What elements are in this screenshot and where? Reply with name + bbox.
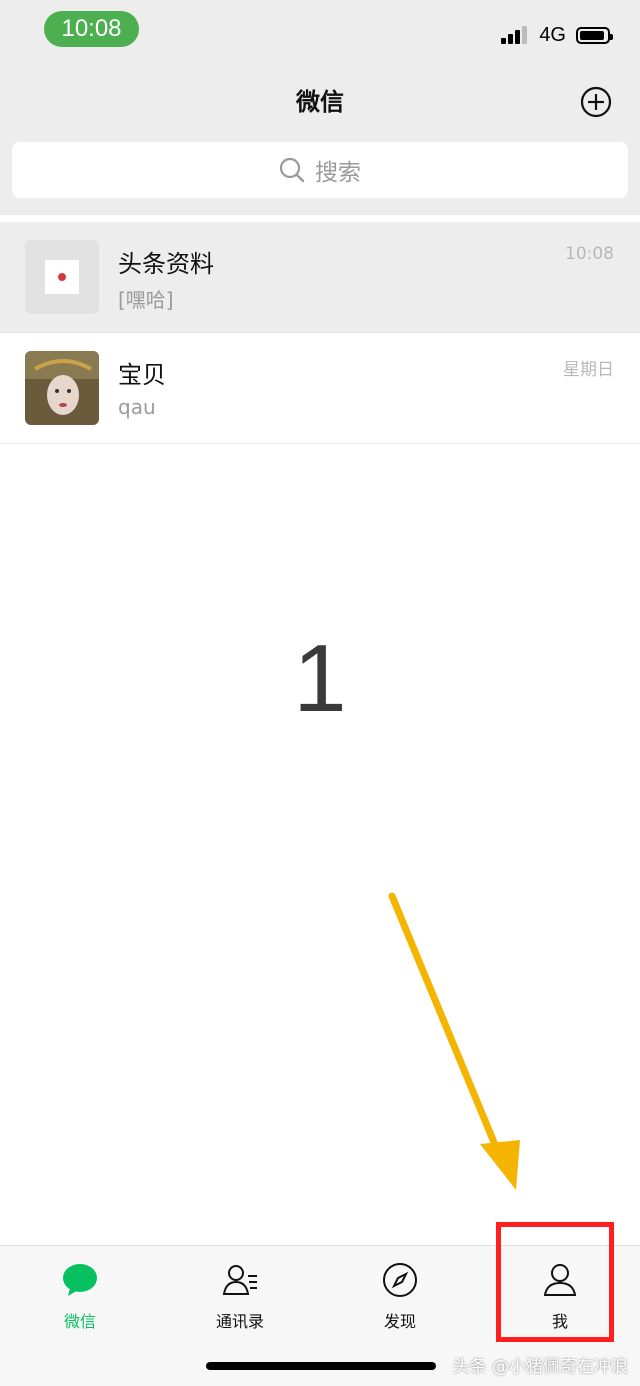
arrow-annotation-icon <box>388 892 520 1190</box>
home-indicator <box>206 1362 436 1370</box>
tab-contacts[interactable]: 通讯录 <box>160 1246 320 1346</box>
contacts-icon <box>222 1265 257 1295</box>
page-title: 微信 <box>296 88 344 116</box>
chat-preview: qau <box>118 395 156 419</box>
chat-row[interactable]: 头条资料 [嘿哈] 10:08 <box>0 222 640 333</box>
chat-time: 星期日 <box>563 360 614 380</box>
chat-row[interactable]: 宝贝 qau 星期日 <box>0 333 640 444</box>
network-label: 4G <box>539 23 566 46</box>
chat-preview: [嘿哈] <box>118 288 174 312</box>
search-icon <box>279 157 305 183</box>
status-indicators: 4G <box>501 20 613 50</box>
chat-bubble-icon <box>63 1264 97 1296</box>
step-number: 1 <box>293 625 347 732</box>
avatar <box>25 240 99 314</box>
tab-label: 微信 <box>63 1312 96 1331</box>
chat-time: 10:08 <box>565 244 614 264</box>
compass-icon <box>383 1263 417 1297</box>
chat-name: 头条资料 <box>118 250 214 278</box>
tab-discover[interactable]: 发现 <box>320 1246 480 1346</box>
battery-icon <box>576 26 613 44</box>
tab-chats[interactable]: 微信 <box>0 1246 160 1346</box>
search-placeholder: 搜索 <box>315 160 361 186</box>
status-time: 10:08 <box>44 11 139 47</box>
watermark-text: 头条 @小猪佩奇在冲浪 <box>452 1357 628 1377</box>
tab-label: 发现 <box>383 1312 416 1331</box>
signal-icon <box>501 26 528 44</box>
highlight-box <box>496 1222 614 1342</box>
add-plus-icon[interactable] <box>580 86 612 118</box>
tab-label: 通讯录 <box>215 1312 264 1331</box>
avatar <box>25 351 99 425</box>
chat-name: 宝贝 <box>118 361 166 389</box>
search-input[interactable]: 搜索 <box>12 142 628 198</box>
